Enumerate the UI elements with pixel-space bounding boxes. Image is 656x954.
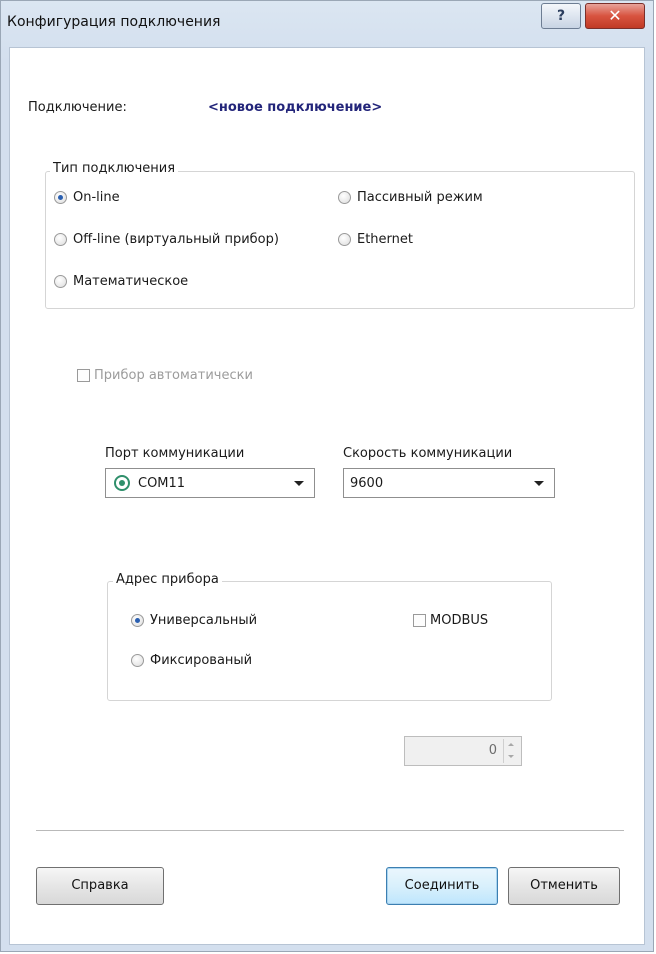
dialog-body: Подключение: <новое подключение> Тип под… — [9, 47, 645, 945]
radio-selected-icon — [54, 191, 67, 204]
radio-ethernet[interactable]: Ethernet — [338, 232, 413, 247]
device-address-group — [107, 581, 552, 701]
speed-label: Скорость коммуникации — [343, 446, 513, 461]
radio-selected-icon — [131, 614, 144, 627]
address-spinbox[interactable]: 0 — [404, 736, 522, 766]
modbus-label: MODBUS — [430, 613, 489, 628]
spin-down-icon[interactable] — [503, 751, 519, 763]
radio-offline[interactable]: Off-line (виртуальный прибор) — [54, 232, 279, 247]
chevron-down-icon — [294, 481, 304, 486]
radio-unselected-icon — [338, 191, 351, 204]
radio-online-label: On-line — [73, 190, 120, 205]
radio-universal[interactable]: Универсальный — [131, 613, 257, 628]
radio-unselected-icon — [338, 233, 351, 246]
chevron-down-icon — [534, 481, 544, 486]
speed-select[interactable]: 9600 — [343, 468, 555, 498]
spin-up-icon[interactable] — [503, 739, 519, 751]
radio-unselected-icon — [54, 233, 67, 246]
radio-universal-label: Универсальный — [150, 613, 258, 628]
radio-math-label: Математическое — [73, 274, 189, 289]
connection-type-title: Тип подключения — [50, 161, 179, 176]
modbus-checkbox[interactable]: MODBUS — [413, 613, 488, 628]
port-select[interactable]: COM11 — [105, 468, 315, 498]
question-icon: ? — [556, 8, 566, 24]
close-icon: ✕ — [608, 6, 622, 25]
cancel-button[interactable]: Отменить — [508, 867, 620, 905]
radio-online[interactable]: On-line — [54, 190, 120, 205]
close-button[interactable]: ✕ — [585, 3, 645, 29]
radio-math[interactable]: Математическое — [54, 274, 188, 289]
auto-device-label: Прибор автоматически — [94, 368, 253, 383]
auto-device-checkbox[interactable]: Прибор автоматически — [77, 368, 253, 383]
speed-value: 9600 — [350, 475, 384, 491]
help-title-button[interactable]: ? — [541, 3, 581, 29]
radio-offline-label: Off-line (виртуальный прибор) — [73, 232, 279, 247]
radio-ethernet-label: Ethernet — [357, 232, 413, 247]
connection-name: <новое подключение> — [208, 100, 383, 115]
connection-label: Подключение: — [28, 100, 127, 115]
radio-unselected-icon — [54, 275, 67, 288]
radio-passive-label: Пассивный режим — [357, 190, 483, 205]
port-label: Порт коммуникации — [105, 446, 245, 461]
device-address-title: Адрес прибора — [113, 572, 222, 587]
radio-passive[interactable]: Пассивный режим — [338, 190, 483, 205]
help-button[interactable]: Справка — [36, 867, 164, 905]
dialog-window: Конфигурация подключения ? ✕ Подключение… — [0, 0, 654, 952]
radio-fixed-label: Фиксированый — [150, 653, 253, 668]
port-value: COM11 — [138, 475, 186, 491]
window-title: Конфигурация подключения — [7, 14, 221, 30]
radio-fixed[interactable]: Фиксированый — [131, 653, 252, 668]
checkbox-icon — [413, 614, 426, 627]
title-bar[interactable]: Конфигурация подключения ? ✕ — [1, 1, 653, 47]
address-value: 0 — [488, 743, 497, 758]
serial-port-icon — [114, 475, 130, 491]
connect-button[interactable]: Соединить — [386, 867, 498, 905]
checkbox-icon — [77, 369, 90, 382]
radio-unselected-icon — [131, 654, 144, 667]
footer-separator — [36, 830, 624, 831]
